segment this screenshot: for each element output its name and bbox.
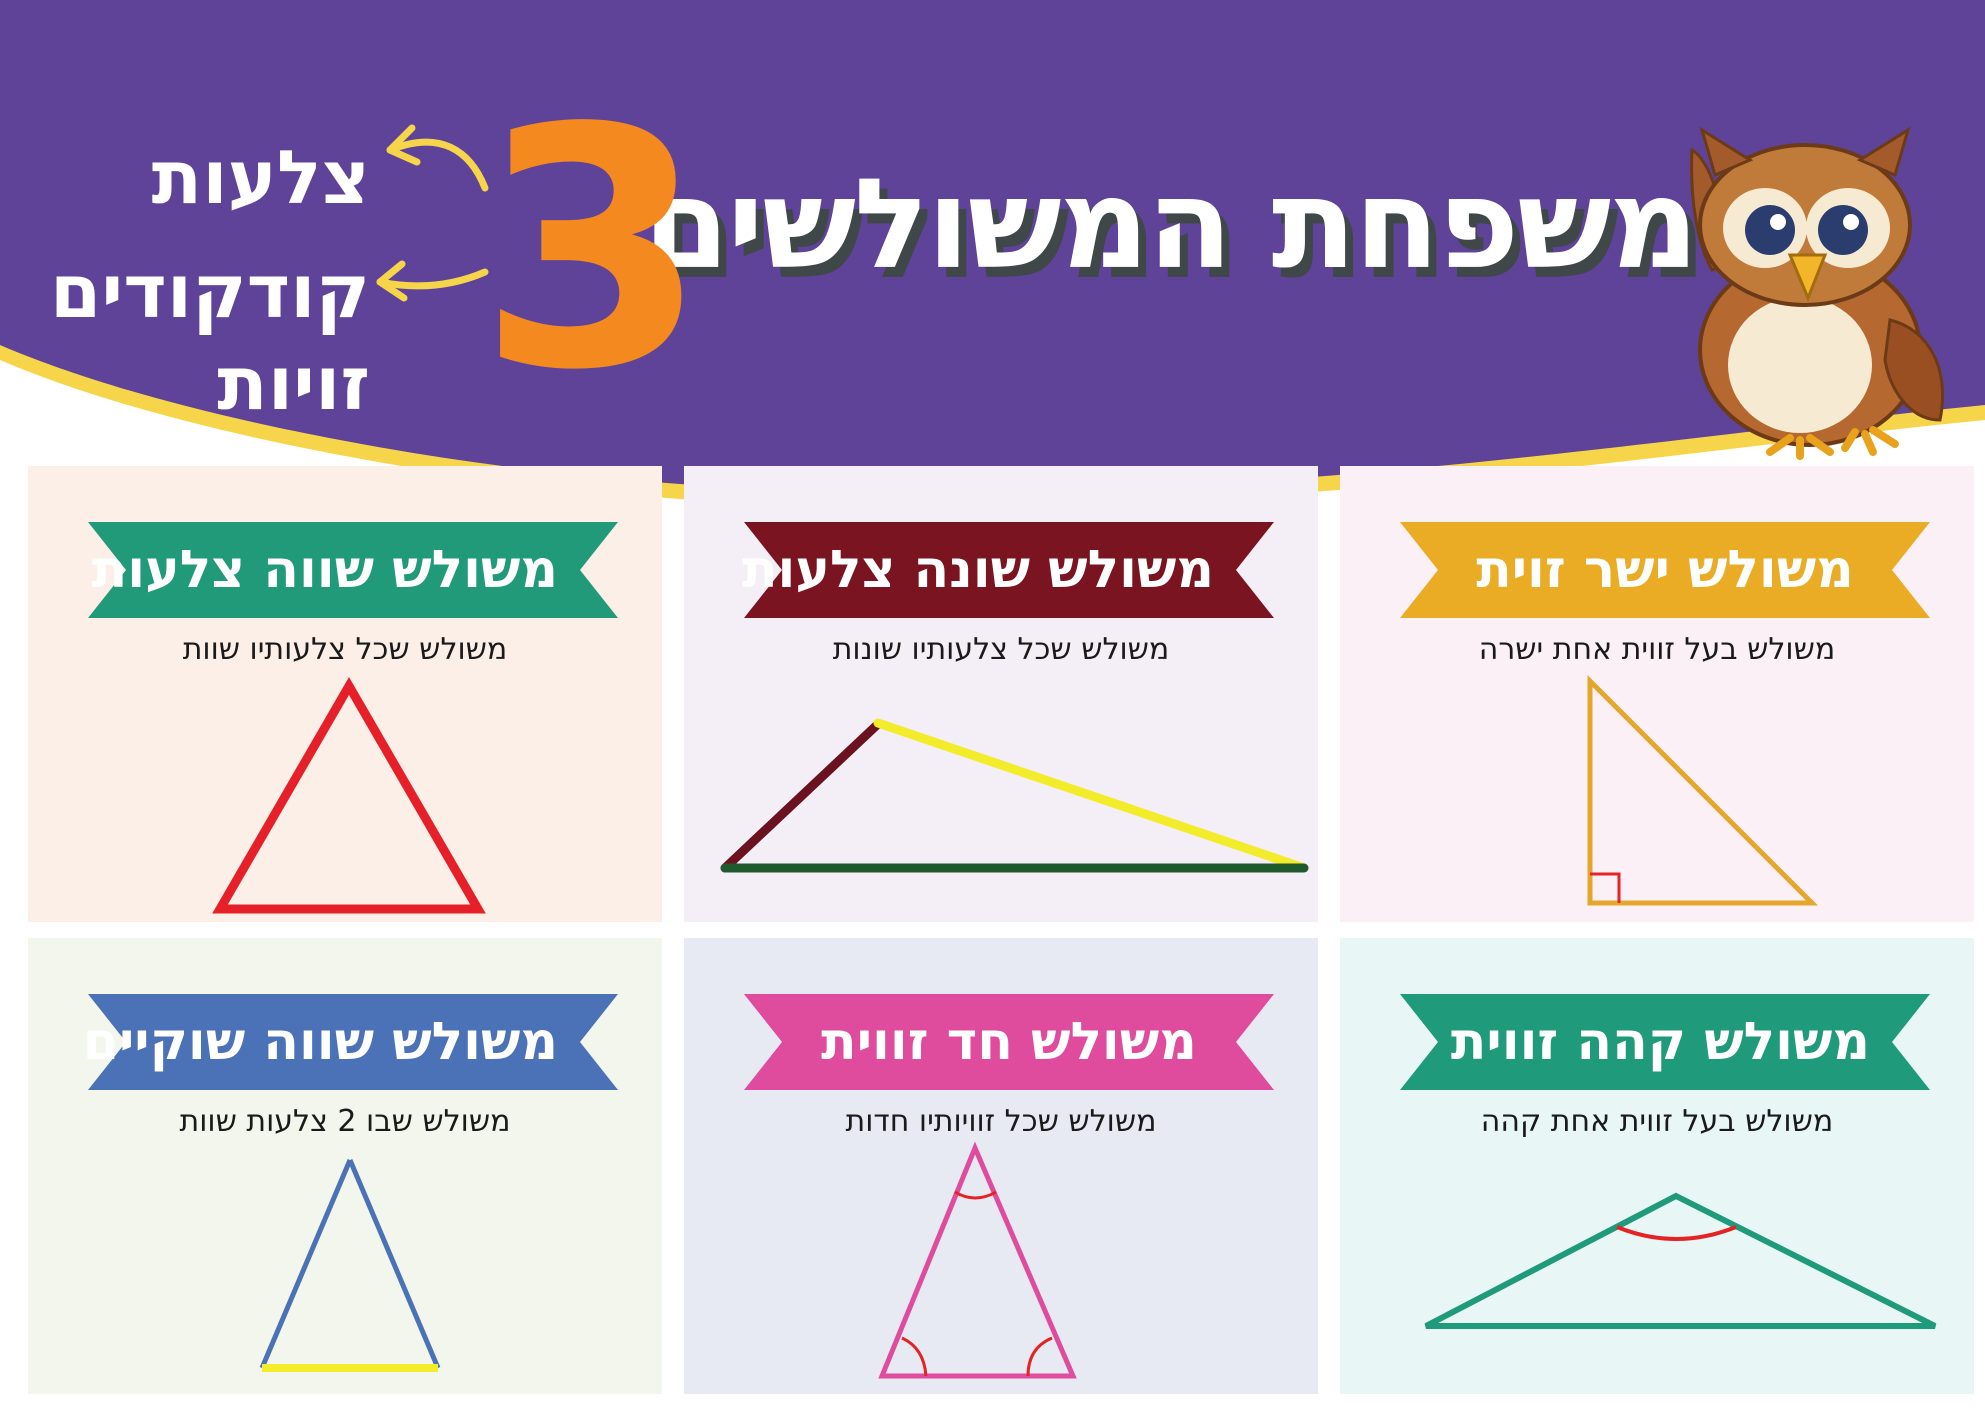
acute-triangle-shape	[878, 1141, 1077, 1379]
scalene-triangle-shape	[720, 718, 1309, 873]
big-number: 3	[478, 58, 708, 442]
header-word-vertices: קודקודים	[49, 249, 370, 335]
card-obtuse-triangle: משולש קהה זווית משולש בעל זווית אחת קהה	[1340, 938, 1974, 1394]
card-isosceles-triangle: משולש שווה שוקיים משולש שבו 2 צלעות שוות	[28, 938, 662, 1394]
isosceles-triangle-shape	[259, 1159, 441, 1372]
header-word-angles: זויות	[217, 341, 370, 427]
card-right-triangle: משולש ישר זוית משולש בעל זווית אחת ישרה	[1340, 466, 1974, 922]
equilateral-triangle-shape	[212, 677, 486, 914]
right-triangle-shape	[1587, 674, 1819, 906]
card-equilateral-triangle: משולש שווה צלעות משולש שכל צלעותיו שוות	[28, 466, 662, 922]
header-word-sides: צלעות	[151, 135, 370, 221]
card-scalene-triangle: משולש שונה צלעות משולש שכל צלעותיו שונות	[684, 466, 1318, 922]
page-title: משפחת המשולשים	[643, 153, 1699, 297]
card-acute-triangle: משולש חד זווית משולש שכל זוויותיו חדות	[684, 938, 1318, 1394]
obtuse-triangle-shape	[1424, 1192, 1937, 1329]
